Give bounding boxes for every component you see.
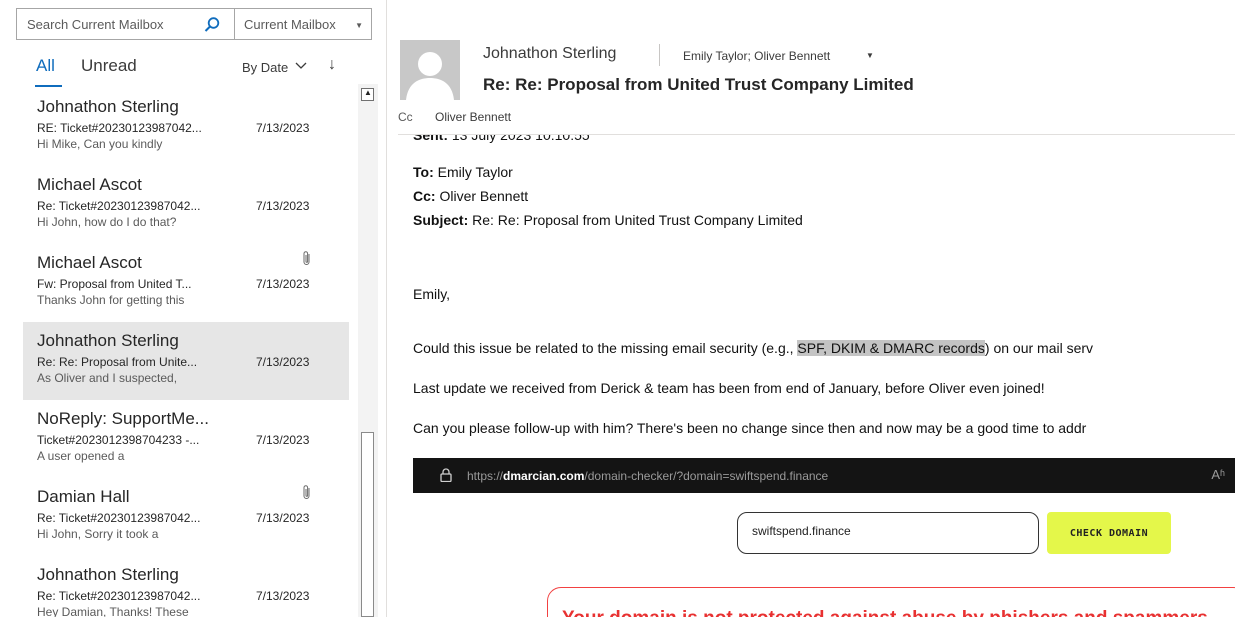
sender-name[interactable]: Johnathon Sterling xyxy=(483,45,616,63)
message-sender: Johnathon Sterling xyxy=(37,565,179,584)
lock-icon xyxy=(440,468,452,482)
embedded-browser-bar: https://dmarcian.com/domain-checker/?dom… xyxy=(413,458,1235,493)
cc-label-quoted: Cc: xyxy=(413,188,436,204)
url-domain: dmarcian.com xyxy=(503,469,585,483)
search-placeholder: Search Current Mailbox xyxy=(27,17,164,32)
list-item[interactable]: Johnathon Sterling Re: Re: Proposal from … xyxy=(23,322,349,400)
quoted-cc-line: Cc: Oliver Bennett xyxy=(413,188,528,204)
message-subject-preview: Re: Ticket#20230123987042... xyxy=(37,199,201,213)
greeting: Emily, xyxy=(413,286,451,302)
message-subject-preview: Ticket#2023012398704233 -... xyxy=(37,433,200,447)
arrow-up-icon: ▲ xyxy=(364,88,372,97)
message-subject: Re: Re: Proposal from United Trust Compa… xyxy=(483,75,914,94)
paperclip-icon xyxy=(303,485,310,499)
message-preview: Hey Damian, Thanks! These xyxy=(37,605,189,617)
scrollbar-thumb[interactable] xyxy=(361,432,374,617)
cc-label: Cc xyxy=(398,110,413,124)
message-preview: Hi John, Sorry it took a xyxy=(37,527,159,541)
message-preview: As Oliver and I suspected, xyxy=(37,371,178,385)
sent-label: Sent: xyxy=(413,135,448,143)
to-value: Emily Taylor xyxy=(433,164,513,180)
message-preview: Thanks John for getting this xyxy=(37,293,185,307)
p1-text: Could this issue be related to the missi… xyxy=(413,340,798,356)
cc-recipient[interactable]: Oliver Bennett xyxy=(435,110,511,124)
quoted-to-line: To: Emily Taylor xyxy=(413,164,513,180)
p1-text-end: ) on our mail serv xyxy=(984,340,1094,356)
message-list-scrollbar[interactable]: ▲ xyxy=(358,84,378,617)
pane-divider[interactable] xyxy=(386,0,387,617)
sort-by-dropdown[interactable]: By Date xyxy=(242,60,288,75)
search-scope-dropdown[interactable]: Current Mailbox ▼ xyxy=(234,8,372,40)
url-prefix: https:// xyxy=(467,469,504,483)
list-item[interactable]: Michael Ascot Re: Ticket#20230123987042..… xyxy=(23,166,349,244)
paragraph-3: Can you please follow-up with him? There… xyxy=(413,420,1087,436)
check-domain-button: CHECK DOMAIN xyxy=(1047,512,1171,554)
message-subject-preview: Re: Ticket#20230123987042... xyxy=(37,589,201,603)
avatar xyxy=(400,40,460,100)
message-list-pane: Search Current Mailbox Current Mailbox ▼… xyxy=(0,0,386,617)
tab-all-indicator xyxy=(35,85,62,87)
list-item[interactable]: Damian Hall Re: Ticket#20230123987042... 7… xyxy=(23,478,349,556)
message-preview: A user opened a xyxy=(37,449,125,463)
tab-all[interactable]: All xyxy=(36,56,55,76)
address-bar-url: https://dmarcian.com/domain-checker/?dom… xyxy=(467,469,828,483)
message-sender: NoReply: SupportMe... xyxy=(37,409,209,428)
message-sender: Michael Ascot xyxy=(37,253,142,272)
paragraph-1: Could this issue be related to the missi… xyxy=(413,340,1093,356)
search-scope-label: Current Mailbox xyxy=(244,17,336,32)
paperclip-icon xyxy=(303,251,310,265)
quoted-sent-line: Sent: 13 July 2023 10:10:55 xyxy=(413,135,590,143)
search-icon[interactable] xyxy=(203,16,221,34)
p1-highlight: SPF, DKIM & DMARC records xyxy=(797,340,985,356)
message-date: 7/13/2023 xyxy=(256,589,310,603)
sent-value: 13 July 2023 10:10:55 xyxy=(448,135,590,143)
message-sender: Damian Hall xyxy=(37,487,130,506)
search-input[interactable]: Search Current Mailbox xyxy=(16,8,234,40)
message-subject-preview: Re: Ticket#20230123987042... xyxy=(37,511,201,525)
person-icon xyxy=(400,40,460,100)
message-date: 7/13/2023 xyxy=(256,199,310,213)
header-separator xyxy=(659,44,660,66)
message-preview: Hi John, how do I do that? xyxy=(37,215,177,229)
warning-text: Your domain is not protected against abu… xyxy=(562,608,1208,617)
message-sender: Johnathon Sterling xyxy=(37,97,179,116)
recipients[interactable]: Emily Taylor; Oliver Bennett xyxy=(683,49,830,63)
message-body: Sent: 13 July 2023 10:10:55 To: Emily Ta… xyxy=(413,135,1235,617)
list-item[interactable]: Johnathon Sterling RE: Ticket#20230123987… xyxy=(23,88,349,166)
subject-label: Subject: xyxy=(413,212,469,228)
url-path: /domain-checker/?domain=swiftspend.finan… xyxy=(584,469,829,483)
message-date: 7/13/2023 xyxy=(256,433,310,447)
subject-value: Re: Re: Proposal from United Trust Compa… xyxy=(468,212,803,228)
sort-direction-icon[interactable]: ↓ xyxy=(328,56,336,74)
message-sender: Johnathon Sterling xyxy=(37,331,179,350)
warning-banner: Your domain is not protected against abu… xyxy=(547,587,1235,617)
chevron-down-icon[interactable]: ▼ xyxy=(866,51,874,60)
domain-input xyxy=(752,524,1022,538)
to-label: To: xyxy=(413,164,434,180)
paragraph-2: Last update we received from Derick & te… xyxy=(413,380,1045,396)
quoted-subject-line: Subject: Re: Re: Proposal from United Tr… xyxy=(413,212,803,228)
message-subject-preview: Fw: Proposal from United T... xyxy=(37,277,192,291)
list-item[interactable]: Michael Ascot Fw: Proposal from United T.… xyxy=(23,244,349,322)
message-date: 7/13/2023 xyxy=(256,121,310,135)
reader-mode-icon: Aʱ xyxy=(1211,467,1225,482)
message-date: 7/13/2023 xyxy=(256,511,310,525)
message-list: Johnathon Sterling RE: Ticket#20230123987… xyxy=(23,88,349,617)
chevron-down-icon: ▼ xyxy=(355,21,363,30)
list-item[interactable]: NoReply: SupportMe... Ticket#202301239870… xyxy=(23,400,349,478)
message-subject-preview: Re: Re: Proposal from Unite... xyxy=(37,355,198,369)
message-sender: Michael Ascot xyxy=(37,175,142,194)
cc-value: Oliver Bennett xyxy=(435,188,529,204)
message-preview: Hi Mike, Can you kindly xyxy=(37,137,163,151)
domain-field xyxy=(737,512,1039,554)
tab-unread[interactable]: Unread xyxy=(81,56,137,76)
list-item[interactable]: Johnathon Sterling Re: Ticket#20230123987… xyxy=(23,556,349,617)
message-date: 7/13/2023 xyxy=(256,277,310,291)
scroll-up-button[interactable]: ▲ xyxy=(361,88,374,101)
message-date: 7/13/2023 xyxy=(256,355,310,369)
message-subject-preview: RE: Ticket#20230123987042... xyxy=(37,121,202,135)
chevron-down-icon[interactable] xyxy=(294,58,308,72)
